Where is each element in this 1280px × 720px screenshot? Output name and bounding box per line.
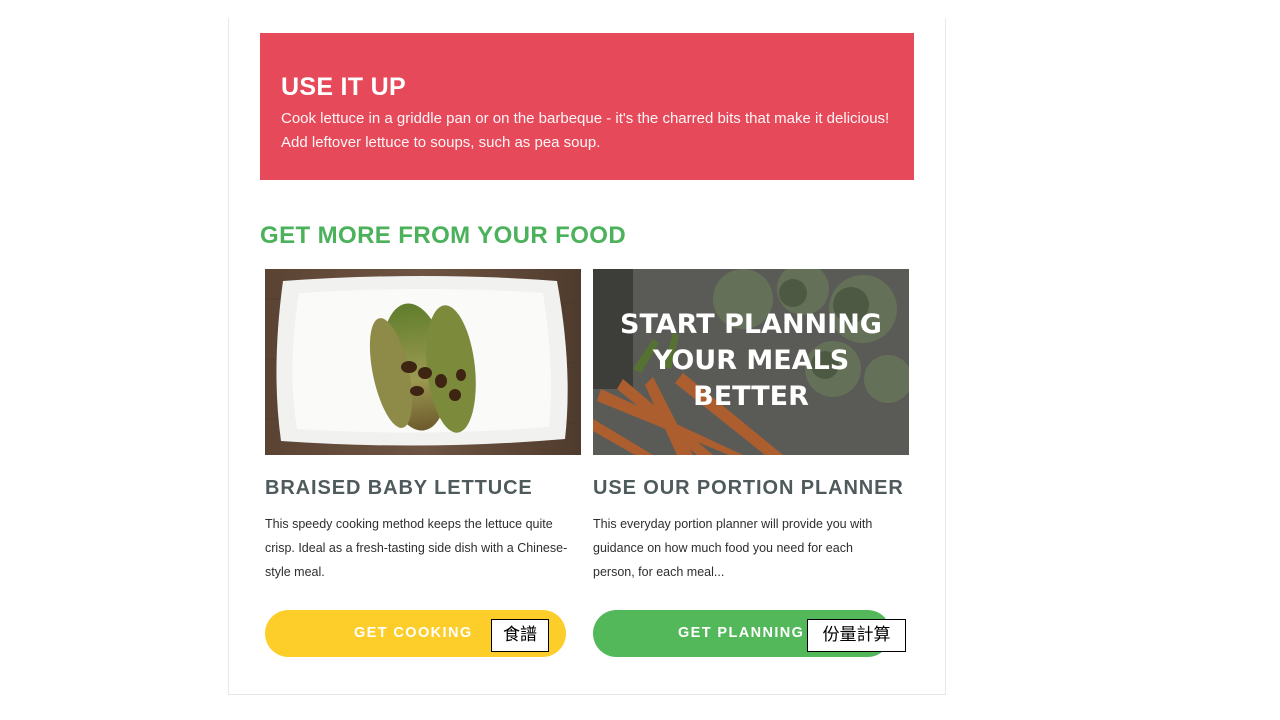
banner-line-1: Cook lettuce in a griddle pan or on the … [281, 110, 890, 127]
banner-heading: USE IT UP [281, 73, 406, 101]
get-planning-label: GET PLANNING [678, 625, 805, 641]
card-description-braised-lettuce: This speedy cooking method keeps the let… [265, 517, 568, 579]
card-title-portion-planner[interactable]: USE OUR PORTION PLANNER [593, 476, 904, 500]
card-title-braised-lettuce[interactable]: BRAISED BABY LETTUCE [265, 476, 533, 500]
portion-planner-image[interactable]: START PLANNING YOUR MEALS BETTER [593, 269, 909, 455]
image-text-line-2: YOUR MEALS [652, 345, 850, 376]
portion-overlay-label: 份量計算 [807, 619, 906, 652]
recipe-overlay-label: 食譜 [491, 619, 549, 652]
section-title: GET MORE FROM YOUR FOOD [260, 222, 627, 249]
banner-text: Cook lettuce in a griddle pan or on the … [281, 107, 893, 155]
card-description-portion-planner: This everyday portion planner will provi… [593, 517, 873, 579]
banner-line-2: Add leftover lettuce to soups, such as p… [281, 134, 601, 151]
image-text-line-1: START PLANNING [620, 309, 882, 340]
get-cooking-label: GET COOKING [354, 625, 473, 641]
braised-lettuce-image[interactable] [265, 269, 581, 455]
use-it-up-banner: USE IT UP Cook lettuce in a griddle pan … [260, 33, 914, 180]
image-text-line-3: BETTER [693, 381, 809, 412]
